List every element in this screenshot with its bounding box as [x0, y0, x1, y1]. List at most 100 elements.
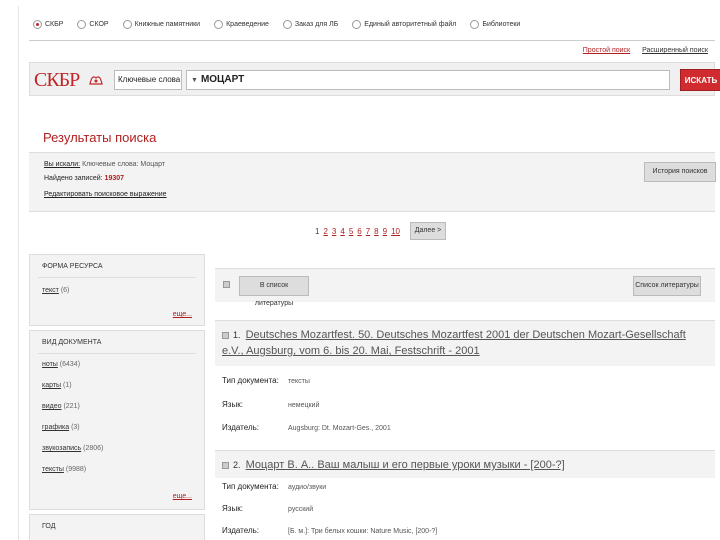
add-to-bibliography-button[interactable]: В список литературы: [239, 276, 309, 307]
field-label: Издатель:: [222, 526, 259, 535]
page-link[interactable]: 3: [332, 227, 336, 236]
field-label: Тип документа:: [222, 482, 279, 491]
record-field: Язык: русский: [222, 504, 313, 513]
facet-item[interactable]: видео (221): [42, 403, 80, 410]
page-link[interactable]: 10: [391, 227, 400, 236]
record-field: Издатель: Augsburg: Dt. Mozart-Ges., 2001: [222, 423, 391, 432]
page-link[interactable]: 9: [383, 227, 387, 236]
advanced-search-link[interactable]: Расширенный поиск: [642, 47, 708, 54]
select-all-checkbox[interactable]: [223, 281, 230, 288]
facet-resource-form: ФОРМА РЕСУРСА текст (6) еще...: [29, 254, 205, 326]
result-record: 1. Deutsches Mozartfest. 50. Deutsches M…: [215, 320, 715, 366]
chevron-down-icon[interactable]: ▼: [191, 77, 198, 84]
radio-button[interactable]: [33, 20, 42, 29]
search-mode-links: Простой поиск Расширенный поиск: [573, 47, 708, 54]
facet-item-count: (221): [63, 403, 80, 410]
catalog-radio-option[interactable]: СКОР: [77, 20, 109, 29]
record-number: 2.: [233, 460, 241, 470]
header-divider: [29, 40, 715, 41]
facet-item-count: (9988): [65, 466, 87, 473]
radio-label: Библиотеки: [482, 21, 521, 28]
facet-item[interactable]: графика (3): [42, 424, 80, 431]
facet-item-key[interactable]: тексты: [42, 466, 64, 473]
facet-item-key[interactable]: видео: [42, 403, 62, 410]
page-link[interactable]: 7: [366, 227, 370, 236]
facet-more-link[interactable]: еще...: [173, 493, 192, 500]
radio-label: СКОР: [89, 21, 109, 28]
searched-label: Вы искали:: [44, 161, 81, 168]
field-value: тексты: [288, 378, 310, 385]
search-bar: СКБР Ключевые слова ▼ МОЦАРТ ИСКАТЬ: [29, 62, 720, 96]
simple-search-link[interactable]: Простой поиск: [583, 47, 630, 54]
catalog-radio-option[interactable]: Библиотеки: [470, 20, 520, 29]
radio-button[interactable]: [214, 20, 224, 29]
search-summary-panel: Вы искали: Ключевые слова: Моцарт Найден…: [29, 152, 716, 212]
page-link[interactable]: 4: [340, 227, 344, 236]
facet-item[interactable]: тексты (9988): [42, 466, 86, 473]
edit-query-link[interactable]: Редактировать поисковое выражение: [44, 191, 167, 198]
field-label: Издатель:: [222, 423, 259, 432]
facet-item-count: (3): [71, 424, 80, 431]
facet-item-count: (1): [63, 382, 72, 389]
facet-title: ФОРМА РЕСУРСА: [42, 263, 103, 270]
page-link[interactable]: 1: [315, 227, 319, 236]
facet-item-key[interactable]: карты: [42, 382, 61, 389]
search-input[interactable]: ▼ МОЦАРТ: [186, 70, 670, 90]
search-history-button[interactable]: История поисков: [644, 162, 716, 182]
facet-item[interactable]: ноты (6434): [42, 361, 80, 368]
facet-item-count: (6434): [59, 361, 81, 368]
record-checkbox[interactable]: [222, 331, 229, 339]
catalog-radio-option[interactable]: СКБР: [33, 20, 63, 29]
result-record: 2. Моцарт В. А.. Ваш малыш и его первые …: [215, 450, 715, 478]
record-number: 1.: [233, 330, 241, 340]
facet-item[interactable]: звукозапись (2806): [42, 445, 103, 452]
facet-item[interactable]: текст (6): [42, 287, 69, 294]
field-label: Тип документа:: [222, 376, 279, 385]
page-link[interactable]: 2: [323, 227, 327, 236]
radio-button[interactable]: [282, 20, 292, 29]
record-title-link[interactable]: Моцарт В. А.. Ваш малыш и его первые уро…: [246, 459, 565, 471]
radio-button[interactable]: [470, 20, 480, 29]
catalog-radio-option[interactable]: Единый авторитетный файл: [352, 20, 456, 29]
facet-title: ВИД ДОКУМЕНТА: [42, 339, 102, 346]
page-link[interactable]: 6: [357, 227, 361, 236]
logo: СКБР: [34, 69, 80, 91]
next-page-button[interactable]: Далее >: [409, 222, 446, 240]
radio-button[interactable]: [352, 20, 362, 29]
facet-more-link[interactable]: еще...: [173, 311, 192, 318]
bibliography-list-button[interactable]: Список литературы: [633, 276, 701, 296]
facet-item-key[interactable]: ноты: [42, 361, 58, 368]
record-details: Тип документа: тексты Язык: немецкий Издат…: [215, 366, 715, 448]
record-title-link[interactable]: Deutsches Mozartfest. 50. Deutsches Moza…: [222, 329, 686, 357]
radio-label: Заказ для ЛБ: [294, 21, 339, 28]
facet-title: ГОД: [42, 523, 56, 530]
radio-button[interactable]: [77, 20, 87, 29]
facet-item[interactable]: карты (1): [42, 382, 72, 389]
facet-item-key[interactable]: графика: [42, 424, 69, 431]
field-value: [Б. м.]: Три белых кошки: Nature Music, …: [288, 528, 438, 535]
radio-label: Краеведение: [226, 21, 269, 28]
search-button[interactable]: ИСКАТЬ: [680, 69, 720, 91]
facet-item-count: (2806): [83, 445, 104, 452]
field-value: Augsburg: Dt. Mozart-Ges., 2001: [288, 425, 391, 432]
page-container: СКБР СКОР Книжные памятники Краеведение Зака…: [18, 6, 720, 540]
catalog-radio-option[interactable]: Краеведение: [214, 20, 269, 29]
field-value: немецкий: [288, 402, 320, 409]
catalog-radio-option[interactable]: Заказ для ЛБ: [282, 20, 339, 29]
record-field: Тип документа: тексты: [222, 376, 310, 385]
facet-document-type: ВИД ДОКУМЕНТА ноты (6434) карты (1) виде…: [29, 330, 205, 510]
catalog-radio-group: СКБР СКОР Книжные памятники Краеведение Зака…: [33, 20, 534, 29]
facet-item-key[interactable]: текст: [42, 287, 59, 294]
page-link[interactable]: 8: [374, 227, 378, 236]
radio-button[interactable]: [122, 20, 132, 29]
pagination: 1 2 3 4 5 6 7 8 9 10 Далее >: [315, 222, 446, 240]
page-link[interactable]: 5: [349, 227, 353, 236]
search-field-select[interactable]: Ключевые слова: [114, 70, 182, 90]
catalog-radio-option[interactable]: Книжные памятники: [122, 20, 200, 29]
facet-item-key[interactable]: звукозапись: [42, 445, 81, 452]
record-field: Язык: немецкий: [222, 400, 319, 409]
radio-label: СКБР: [45, 21, 64, 28]
record-checkbox[interactable]: [222, 461, 229, 469]
divider: [38, 353, 196, 354]
field-label: Язык:: [222, 504, 243, 513]
